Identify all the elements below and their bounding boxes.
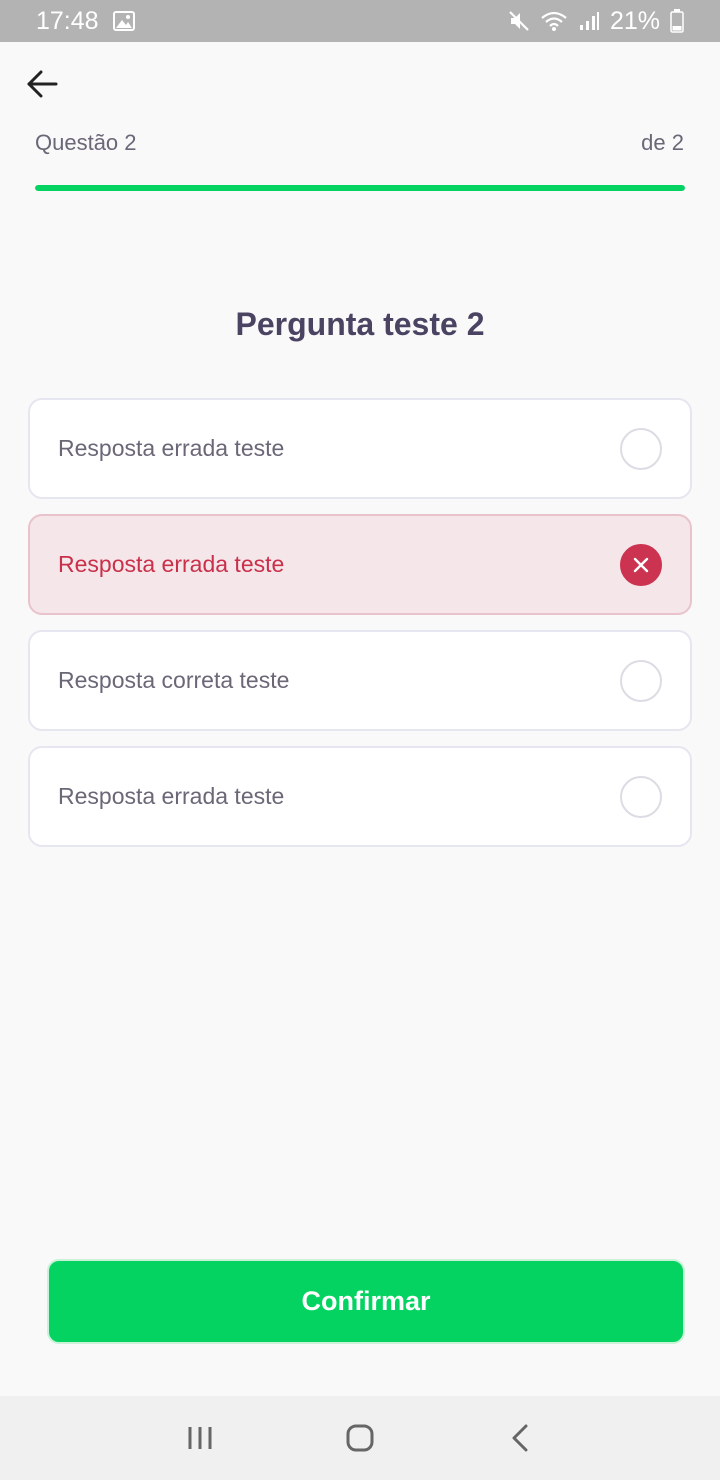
answer-option[interactable]: Resposta errada teste <box>28 746 692 847</box>
battery-icon <box>670 9 684 33</box>
answer-text: Resposta errada teste <box>58 551 285 577</box>
mute-icon <box>508 10 530 32</box>
wifi-icon <box>540 10 568 32</box>
close-icon <box>620 543 662 586</box>
progress-fill <box>35 185 685 191</box>
quiz-screen: 17:48 21% Questão 2 de 2 Pergunta teste … <box>0 0 720 1480</box>
question-counter: Questão 2 <box>35 130 137 155</box>
arrow-left-icon <box>27 70 58 98</box>
gallery-icon <box>112 11 135 31</box>
radio-icon <box>620 775 662 818</box>
back-button[interactable] <box>24 66 60 102</box>
system-nav-bar <box>0 1396 720 1480</box>
battery-text: 21% <box>609 6 660 35</box>
answer-option[interactable]: Resposta errada teste <box>28 398 692 499</box>
answer-option-wrong[interactable]: Resposta errada teste <box>28 514 692 615</box>
home-icon <box>346 1424 374 1452</box>
recent-apps-icon <box>188 1427 212 1449</box>
answer-text: Resposta errada teste <box>58 435 285 461</box>
answer-text: Resposta correta teste <box>58 667 290 693</box>
nav-back-button[interactable] <box>490 1408 550 1468</box>
question-title: Pergunta teste 2 <box>235 306 485 342</box>
status-bar: 17:48 21% <box>0 0 720 42</box>
progress-bar <box>35 185 685 191</box>
question-total: de 2 <box>641 130 684 155</box>
answer-option[interactable]: Resposta correta teste <box>28 630 692 731</box>
confirm-button[interactable]: Confirmar <box>47 1259 685 1344</box>
signal-icon <box>578 10 600 32</box>
radio-icon <box>620 659 662 702</box>
radio-icon <box>620 427 662 470</box>
home-button[interactable] <box>330 1408 390 1468</box>
status-time: 17:48 <box>36 6 99 35</box>
back-icon <box>512 1424 528 1452</box>
recent-apps-button[interactable] <box>170 1408 230 1468</box>
answer-text: Resposta errada teste <box>58 783 285 809</box>
answer-options: Resposta errada teste Resposta errada te… <box>28 398 692 862</box>
